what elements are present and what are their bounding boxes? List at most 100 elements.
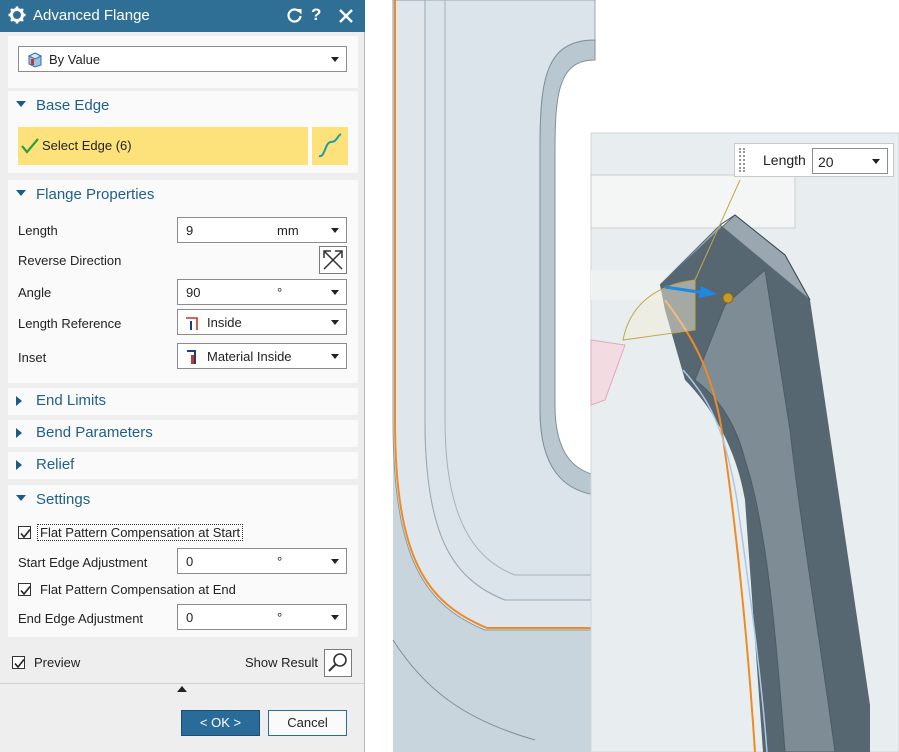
- relief-heading: Relief: [36, 456, 75, 473]
- chevron-down-icon: [331, 320, 339, 325]
- relief-header[interactable]: Relief: [8, 452, 358, 478]
- select-edge-label: Select Edge (6): [42, 138, 132, 153]
- bend-parameters-panel: Bend Parameters: [8, 420, 358, 447]
- magnifier-icon: [328, 653, 347, 672]
- chevron-down-icon: [331, 57, 339, 62]
- advanced-flange-dialog: Advanced Flange ? By Value Base Edge Sel…: [0, 0, 365, 752]
- settings-header[interactable]: Settings: [8, 487, 358, 513]
- dialog-title: Advanced Flange: [33, 7, 150, 24]
- start-edge-adjustment-unit: °: [277, 554, 283, 569]
- flange-type-icon: [27, 52, 43, 68]
- model-view[interactable]: [365, 0, 899, 752]
- angle-input[interactable]: 90 °: [177, 279, 347, 305]
- length-handle-label: Length: [763, 152, 806, 168]
- expanded-triangle-icon: [16, 190, 26, 196]
- reverse-direction-button[interactable]: [319, 246, 347, 274]
- checkmark-icon: [20, 529, 31, 539]
- help-icon[interactable]: ?: [311, 5, 321, 25]
- separator: [0, 683, 364, 684]
- collapsed-triangle-icon: [16, 460, 22, 470]
- detail-view: [590, 132, 899, 752]
- flange-properties-header[interactable]: Flange Properties: [8, 182, 358, 208]
- length-unit: mm: [277, 223, 299, 238]
- inset-dropdown[interactable]: Material Inside: [177, 343, 347, 369]
- inset-label: Inset: [18, 350, 47, 365]
- drag-grip-icon[interactable]: [739, 148, 745, 172]
- bend-parameters-heading: Bend Parameters: [36, 424, 153, 441]
- angle-value: 90: [186, 285, 201, 300]
- base-edge-heading: Base Edge: [36, 97, 110, 114]
- curve-selector-button[interactable]: [310, 127, 348, 165]
- chevron-down-icon: [331, 559, 339, 564]
- length-reference-value: Inside: [207, 315, 242, 330]
- drag-handle[interactable]: [722, 292, 734, 304]
- type-dropdown[interactable]: By Value: [18, 46, 347, 72]
- expanded-triangle-icon: [16, 101, 26, 107]
- length-value: 9: [186, 223, 194, 238]
- end-edge-adjustment-unit: °: [277, 610, 283, 625]
- checkmark-icon: [21, 138, 39, 154]
- chevron-down-icon: [331, 228, 339, 233]
- preview-checkbox[interactable]: [12, 656, 25, 669]
- flange-properties-heading: Flange Properties: [36, 186, 155, 203]
- curve-icon: [318, 133, 342, 158]
- base-edge-header[interactable]: Base Edge: [8, 93, 358, 119]
- flat-end-checkbox[interactable]: [18, 583, 31, 596]
- angle-label: Angle: [18, 285, 52, 300]
- close-icon[interactable]: [338, 8, 354, 24]
- flat-start-checkbox[interactable]: [18, 526, 31, 539]
- end-limits-header[interactable]: End Limits: [8, 388, 358, 414]
- collapsed-triangle-icon: [16, 428, 22, 438]
- length-reference-dropdown[interactable]: Inside: [177, 309, 347, 335]
- select-edge-row[interactable]: Select Edge (6): [18, 127, 308, 165]
- preview-label[interactable]: Preview: [34, 655, 80, 670]
- type-panel: By Value: [8, 36, 358, 88]
- collapsed-triangle-icon: [16, 396, 22, 406]
- checkmark-icon: [14, 659, 25, 669]
- flange-properties-panel: Flange Properties Length 9 mm Reverse Di…: [8, 180, 358, 383]
- length-handle-input[interactable]: 20: [812, 148, 888, 174]
- reverse-direction-label: Reverse Direction: [18, 253, 122, 268]
- length-label: Length: [18, 223, 58, 238]
- relief-panel: Relief: [8, 452, 358, 479]
- reverse-direction-icon: [323, 250, 343, 270]
- bend-parameters-header[interactable]: Bend Parameters: [8, 420, 358, 446]
- end-edge-adjustment-label: End Edge Adjustment: [18, 611, 144, 626]
- ok-button[interactable]: < OK >: [181, 710, 260, 736]
- type-dropdown-value: By Value: [49, 52, 101, 67]
- flat-start-label[interactable]: Flat Pattern Compensation at Start: [37, 524, 244, 541]
- end-limits-panel: End Limits: [8, 388, 358, 415]
- chevron-down-icon: [331, 290, 339, 295]
- gear-icon: [8, 6, 26, 24]
- inset-value: Material Inside: [207, 349, 292, 364]
- end-edge-adjustment-input[interactable]: 0 °: [177, 604, 347, 630]
- base-edge-panel: Base Edge Select Edge (6): [8, 91, 358, 173]
- settings-panel: Settings Flat Pattern Compensation at St…: [8, 485, 358, 637]
- length-reference-label: Length Reference: [18, 316, 122, 331]
- length-handle-value: 20: [818, 154, 834, 170]
- reset-icon[interactable]: [286, 7, 303, 24]
- start-edge-adjustment-input[interactable]: 0 °: [177, 548, 347, 574]
- start-edge-adjustment-label: Start Edge Adjustment: [18, 555, 148, 570]
- start-edge-adjustment-value: 0: [186, 554, 194, 569]
- chevron-down-icon: [331, 615, 339, 620]
- checkmark-icon: [20, 586, 31, 596]
- cancel-button[interactable]: Cancel: [268, 710, 347, 736]
- length-onscreen-box: Length 20: [734, 143, 894, 177]
- expanded-triangle-icon: [16, 495, 26, 501]
- inside-reference-icon: [186, 317, 198, 330]
- graphics-viewport[interactable]: Length 20: [365, 0, 899, 752]
- settings-heading: Settings: [36, 491, 91, 508]
- material-inside-icon: [187, 350, 196, 364]
- show-result-label: Show Result: [245, 655, 318, 670]
- end-edge-adjustment-value: 0: [186, 610, 194, 625]
- flat-end-label[interactable]: Flat Pattern Compensation at End: [40, 582, 236, 597]
- end-limits-heading: End Limits: [36, 392, 107, 409]
- chevron-down-icon: [872, 159, 880, 164]
- show-result-button[interactable]: [324, 649, 352, 677]
- dialog-title-bar: Advanced Flange ?: [0, 0, 365, 32]
- chevron-down-icon: [331, 354, 339, 359]
- length-input[interactable]: 9 mm: [177, 217, 347, 243]
- collapse-arrow-icon[interactable]: [177, 686, 187, 692]
- angle-unit: °: [277, 285, 283, 300]
